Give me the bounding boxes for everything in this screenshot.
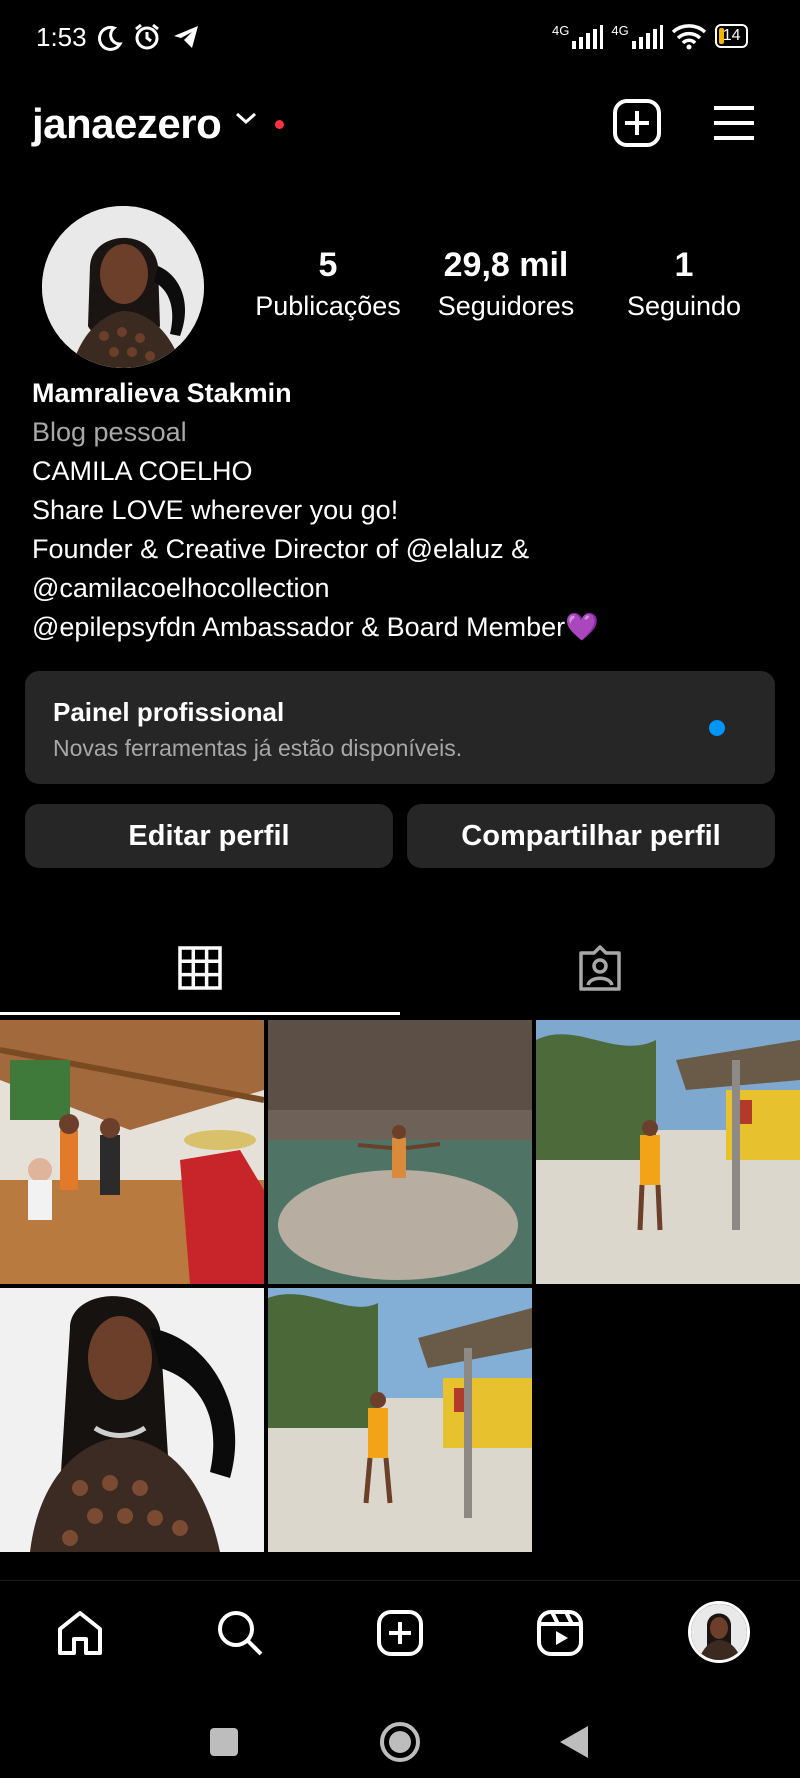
post-thumbnail[interactable] xyxy=(0,1288,264,1552)
alarm-icon xyxy=(135,23,159,50)
post-image xyxy=(536,1020,800,1284)
stat-value: 5 xyxy=(318,246,338,284)
active-tab-indicator xyxy=(0,1012,400,1015)
recents-button[interactable] xyxy=(210,1728,238,1756)
chevron-down-icon[interactable] xyxy=(234,110,258,126)
avatar-image xyxy=(691,1604,747,1660)
stat-label: Seguidores xyxy=(437,291,575,321)
network-label: 4G xyxy=(552,23,570,38)
bio-line: CAMILA COELHO xyxy=(32,456,253,486)
new-indicator-dot xyxy=(709,720,725,736)
stat-value: 1 xyxy=(674,246,694,284)
post-image xyxy=(0,1288,264,1552)
moon-icon xyxy=(98,25,123,51)
status-time: 1:53 xyxy=(36,22,87,52)
dashboard-title: Painel profissional xyxy=(53,697,285,727)
professional-dashboard-card[interactable]: Painel profissional Novas ferramentas já… xyxy=(25,671,775,784)
search-icon[interactable] xyxy=(216,1609,264,1657)
signal-icon xyxy=(572,25,604,49)
profile-avatar[interactable] xyxy=(42,206,204,368)
reels-icon[interactable] xyxy=(536,1609,584,1657)
battery-level: 14 xyxy=(722,27,741,44)
create-icon[interactable] xyxy=(376,1609,424,1657)
profile-category: Blog pessoal xyxy=(32,417,187,447)
profile-bio: Mamralieva Stakmin Blog pessoal CAMILA C… xyxy=(32,374,772,647)
battery-icon: 14 xyxy=(714,24,749,48)
dashboard-subtitle: Novas ferramentas já estão disponíveis. xyxy=(53,735,463,761)
edit-profile-button[interactable]: Editar perfil xyxy=(25,804,393,868)
post-image xyxy=(268,1020,532,1284)
telegram-icon xyxy=(174,26,198,48)
network-label: 4G xyxy=(611,23,629,38)
bio-line: @epilepsyfdn Ambassador & Board Member💜 xyxy=(32,612,599,642)
tagged-icon xyxy=(579,945,621,991)
grid-icon xyxy=(178,946,222,990)
menu-icon[interactable] xyxy=(712,104,756,142)
stat-following[interactable]: 1 Seguindo xyxy=(606,246,762,322)
post-image xyxy=(268,1288,532,1552)
signal-group-2: 4G xyxy=(611,23,663,49)
add-post-icon[interactable] xyxy=(612,98,662,148)
username-switcher[interactable]: janaezero xyxy=(32,100,222,148)
stat-label: Publicações xyxy=(255,291,401,321)
bio-line: Share LOVE wherever you go! xyxy=(32,495,399,525)
post-thumbnail[interactable] xyxy=(0,1020,264,1284)
bio-line: @camilacoelhocollection xyxy=(32,573,330,603)
post-thumbnail[interactable] xyxy=(268,1020,532,1284)
signal-icon xyxy=(631,25,663,49)
system-navigation-bar xyxy=(0,1690,800,1778)
stat-value: 29,8 mil xyxy=(443,246,569,284)
bio-line: Founder & Creative Director of @elaluz & xyxy=(32,534,530,564)
profile-header: janaezero xyxy=(0,88,800,160)
notification-dot xyxy=(275,120,284,129)
status-icons: 4G 4G 14 xyxy=(552,22,749,50)
stat-label: Seguindo xyxy=(626,291,742,321)
wifi-icon xyxy=(671,24,706,50)
tab-tagged[interactable] xyxy=(400,920,800,1016)
share-profile-button[interactable]: Compartilhar perfil xyxy=(407,804,775,868)
tab-posts-grid[interactable] xyxy=(0,920,400,1016)
post-image xyxy=(0,1020,264,1284)
stat-posts[interactable]: 5 Publicações xyxy=(250,246,406,322)
back-button[interactable] xyxy=(558,1724,590,1760)
stat-followers[interactable]: 29,8 mil Seguidores xyxy=(428,246,584,322)
avatar-image xyxy=(42,206,204,368)
profile-avatar[interactable] xyxy=(688,1601,750,1663)
home-button[interactable] xyxy=(378,1720,422,1764)
post-thumbnail[interactable] xyxy=(268,1288,532,1552)
home-icon[interactable] xyxy=(56,1609,104,1657)
bottom-navigation xyxy=(0,1580,800,1687)
signal-group-1: 4G xyxy=(552,23,604,49)
status-bar: 1:53 4G 4G 14 xyxy=(0,0,800,78)
post-thumbnail[interactable] xyxy=(536,1020,800,1284)
profile-name: Mamralieva Stakmin xyxy=(32,378,292,408)
